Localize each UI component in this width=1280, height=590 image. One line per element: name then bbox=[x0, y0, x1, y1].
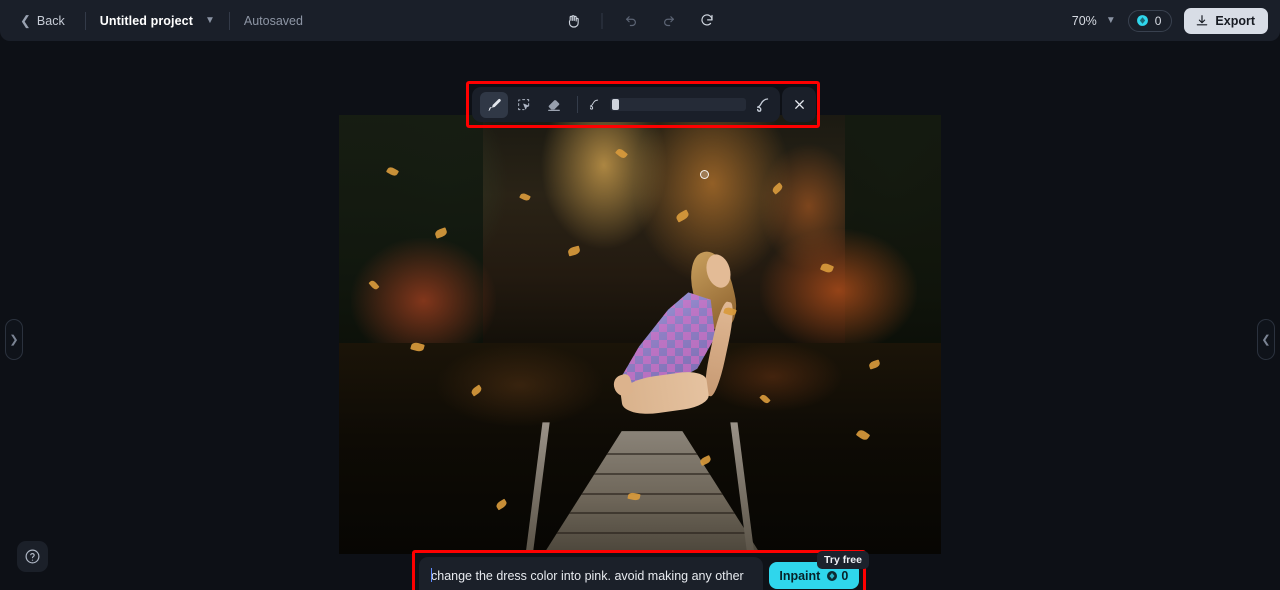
hand-pan-icon[interactable] bbox=[559, 7, 589, 35]
text-caret bbox=[431, 568, 432, 582]
inpaint-cost: 0 bbox=[826, 569, 848, 583]
header-tools-group bbox=[555, 0, 726, 41]
canvas-stage[interactable]: change the dress color into pink. avoid … bbox=[0, 41, 1280, 590]
header-right-group: 70% ▼ 0 Export bbox=[1072, 0, 1268, 41]
header-divider bbox=[84, 11, 86, 30]
app-header: ❮ Back Untitled project ▼ Autosaved 70% … bbox=[0, 0, 1280, 41]
eraser-tool[interactable] bbox=[540, 92, 568, 118]
left-panel-handle[interactable]: ❯ bbox=[5, 319, 23, 360]
magic-select-icon bbox=[518, 98, 530, 110]
chevron-right-icon: ❯ bbox=[9, 334, 19, 346]
header-divider-2 bbox=[228, 11, 230, 30]
brush-cursor-ring bbox=[700, 170, 709, 179]
zoom-control[interactable]: 70% ▼ bbox=[1072, 14, 1116, 28]
inpaint-button[interactable]: Inpaint 0 Try free bbox=[768, 551, 869, 589]
question-circle-icon bbox=[25, 549, 40, 564]
back-button[interactable]: ❮ Back bbox=[14, 10, 71, 32]
prompt-dock: change the dress color into pink. avoid … bbox=[415, 551, 869, 590]
help-button[interactable] bbox=[17, 541, 48, 572]
credits-count: 0 bbox=[1154, 13, 1162, 28]
credit-token-icon bbox=[827, 570, 838, 581]
select-tool[interactable] bbox=[510, 92, 538, 118]
chevron-down-icon: ▼ bbox=[1105, 15, 1116, 26]
brush-small-icon bbox=[589, 99, 599, 110]
brush-icon bbox=[488, 98, 501, 111]
image-canvas[interactable] bbox=[339, 115, 941, 554]
right-panel-handle[interactable]: ❮ bbox=[1257, 319, 1275, 360]
zoom-level-label: 70% bbox=[1071, 13, 1097, 28]
close-icon bbox=[794, 100, 804, 109]
header-left-group: ❮ Back Untitled project ▼ Autosaved bbox=[0, 0, 303, 41]
brush-size-control bbox=[587, 96, 772, 114]
scene-person bbox=[610, 247, 791, 475]
close-toolbar-button[interactable] bbox=[782, 87, 816, 122]
redo-icon[interactable] bbox=[654, 7, 684, 35]
export-button[interactable]: Export bbox=[1184, 7, 1268, 34]
tools-divider bbox=[601, 12, 603, 29]
try-free-badge: Try free bbox=[817, 551, 869, 569]
scene-shrub-left bbox=[351, 237, 496, 353]
prompt-input[interactable]: change the dress color into pink. avoid … bbox=[431, 566, 751, 590]
eraser-icon bbox=[548, 99, 560, 111]
back-label: Back bbox=[36, 13, 65, 28]
app-root: ❮ Back Untitled project ▼ Autosaved 70% … bbox=[0, 0, 1280, 590]
credits-badge[interactable]: 0 bbox=[1127, 9, 1173, 32]
project-title: Untitled project bbox=[99, 13, 193, 28]
brush-tool[interactable] bbox=[480, 91, 508, 118]
download-icon bbox=[1197, 14, 1208, 25]
inpaint-cost-value: 0 bbox=[841, 568, 849, 583]
export-label: Export bbox=[1215, 13, 1255, 28]
autosave-status: Autosaved bbox=[243, 13, 303, 28]
toolbar-divider bbox=[577, 96, 578, 113]
credit-token-icon bbox=[1136, 15, 1148, 26]
scene-artwork bbox=[339, 115, 941, 554]
inpaint-label: Inpaint bbox=[779, 568, 821, 583]
prompt-input-container[interactable]: change the dress color into pink. avoid … bbox=[419, 557, 763, 590]
chevron-left-icon: ❮ bbox=[1261, 334, 1271, 346]
chevron-left-icon: ❮ bbox=[20, 13, 31, 28]
brush-size-slider[interactable] bbox=[610, 98, 746, 111]
undo-icon[interactable] bbox=[616, 7, 646, 35]
brush-size-slider-thumb[interactable] bbox=[612, 99, 619, 110]
brush-large-icon bbox=[757, 97, 769, 112]
reset-icon[interactable] bbox=[692, 7, 722, 35]
edit-toolbar bbox=[472, 87, 780, 122]
chevron-down-icon[interactable]: ▼ bbox=[205, 15, 215, 26]
